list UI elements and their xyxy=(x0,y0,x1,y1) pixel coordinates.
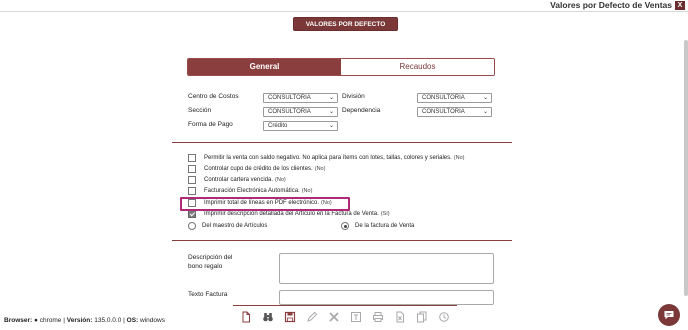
descripcion-bono-label-2: bono regalo xyxy=(188,263,223,270)
radio-label: De la factura de Venta xyxy=(355,223,415,229)
radio-button[interactable] xyxy=(188,222,196,230)
tab-general[interactable]: General xyxy=(188,59,341,75)
division-value: CONSULTORIA xyxy=(422,95,465,101)
option-label: Controlar cupo de crédito de los cliente… xyxy=(204,166,313,172)
chevron-down-icon: ⌄ xyxy=(328,109,334,115)
os-label: OS: xyxy=(126,317,139,324)
option-label: Controlar cartera vencida. xyxy=(204,177,274,183)
forma-pago-select[interactable]: Crédito ⌄ xyxy=(263,121,338,131)
new-doc-icon[interactable] xyxy=(239,310,253,324)
section-divider xyxy=(172,142,512,143)
close-button[interactable]: X xyxy=(675,1,685,10)
toolbar-divider xyxy=(233,305,457,306)
edit-icon[interactable] xyxy=(305,310,319,324)
chevron-down-icon: ⌄ xyxy=(482,95,488,101)
bottom-toolbar xyxy=(233,307,457,327)
page: Valores por Defecto de Ventas X VALORES … xyxy=(0,0,688,330)
copy-icon[interactable] xyxy=(415,310,429,324)
option-label: Facturación Electrónica Automática. xyxy=(204,188,300,194)
chevron-down-icon: ⌄ xyxy=(482,109,488,115)
chat-icon xyxy=(664,311,674,320)
checkbox[interactable] xyxy=(188,176,196,184)
option-note: (No) xyxy=(275,177,286,183)
division-label: División xyxy=(342,93,365,100)
browser-icon: ● xyxy=(34,317,38,324)
chevron-down-icon: ⌄ xyxy=(328,123,334,129)
option-cartera-vencida[interactable]: Controlar cartera vencida. (No) xyxy=(188,175,286,185)
option-label: Permitir la venta con saldo negativo. No… xyxy=(204,155,452,161)
excel-icon[interactable] xyxy=(393,310,407,324)
browser-value: chrome xyxy=(39,317,62,324)
division-select[interactable]: CONSULTORIA ⌄ xyxy=(417,93,492,103)
save-icon[interactable] xyxy=(283,310,297,324)
descripcion-bono-textarea[interactable] xyxy=(279,253,494,284)
dependencia-value: CONSULTORIA xyxy=(422,109,465,115)
option-note: (Sí) xyxy=(380,211,390,217)
seccion-select[interactable]: CONSULTORIA ⌄ xyxy=(263,107,338,117)
checkbox-checked[interactable] xyxy=(188,210,196,218)
os-value: windows xyxy=(140,317,165,324)
window-title: Valores por Defecto de Ventas xyxy=(550,0,672,10)
binoculars-icon[interactable] xyxy=(261,310,275,324)
seccion-value: CONSULTORIA xyxy=(268,109,311,115)
dependencia-select[interactable]: CONSULTORIA ⌄ xyxy=(417,107,492,117)
tab-recaudos[interactable]: Recaudos xyxy=(341,59,494,75)
option-cupo-credito[interactable]: Controlar cupo de crédito de los cliente… xyxy=(188,164,325,174)
dependencia-label: Dependencia xyxy=(342,107,381,114)
option-facturacion-electronica[interactable]: Facturación Electrónica Automática. (No) xyxy=(188,186,312,196)
option-saldo-negativo[interactable]: Permitir la venta con saldo negativo. No… xyxy=(188,153,465,163)
radio-factura-venta[interactable]: De la factura de Venta xyxy=(341,221,414,231)
checkbox[interactable] xyxy=(188,154,196,162)
checkbox[interactable] xyxy=(188,165,196,173)
version-value: 135.0.0.0 xyxy=(94,317,122,324)
chevron-down-icon: ⌄ xyxy=(328,95,334,101)
centro-costos-select[interactable]: CONSULTORIA ⌄ xyxy=(263,93,338,103)
option-label: Imprimir descripción detallada del Artíc… xyxy=(204,211,379,217)
defaults-button[interactable]: VALORES POR DEFECTO xyxy=(293,17,398,31)
option-note: (No) xyxy=(301,188,313,194)
forma-pago-label: Forma de Pago xyxy=(188,121,233,128)
centro-costos-value: CONSULTORIA xyxy=(268,95,311,101)
radio-button-selected[interactable] xyxy=(341,222,349,230)
section-divider xyxy=(172,240,512,241)
option-note: (No) xyxy=(314,166,326,172)
history-icon[interactable] xyxy=(437,310,451,324)
title-bar: Valores por Defecto de Ventas X xyxy=(0,0,688,11)
checkbox[interactable] xyxy=(188,187,196,195)
status-line: Browser: ● chrome | Versión: 135.0.0.0 |… xyxy=(4,317,165,324)
browser-label: Browser: xyxy=(4,317,33,324)
option-note: (No) xyxy=(453,155,465,161)
scrollbar[interactable] xyxy=(684,40,688,296)
texto-factura-label: Texto Factura xyxy=(188,291,228,298)
text-icon[interactable] xyxy=(349,310,363,324)
title-divider xyxy=(0,11,688,12)
tab-bar: General Recaudos xyxy=(187,58,495,76)
highlight-box xyxy=(180,197,350,211)
centro-costos-label: Centro de Costos xyxy=(188,93,239,100)
version-label: Versión: xyxy=(66,317,93,324)
radio-maestro-articulos[interactable]: Del maestro de Artículos xyxy=(188,221,267,231)
print-icon[interactable] xyxy=(371,310,385,324)
seccion-label: Sección xyxy=(188,107,212,114)
delete-icon[interactable] xyxy=(327,310,341,324)
forma-pago-value: Crédito xyxy=(268,123,288,129)
texto-factura-textarea[interactable] xyxy=(279,290,494,305)
radio-label: Del maestro de Artículos xyxy=(202,223,268,229)
chat-button[interactable] xyxy=(658,304,680,326)
descripcion-bono-label-1: Descripción del xyxy=(188,254,233,261)
